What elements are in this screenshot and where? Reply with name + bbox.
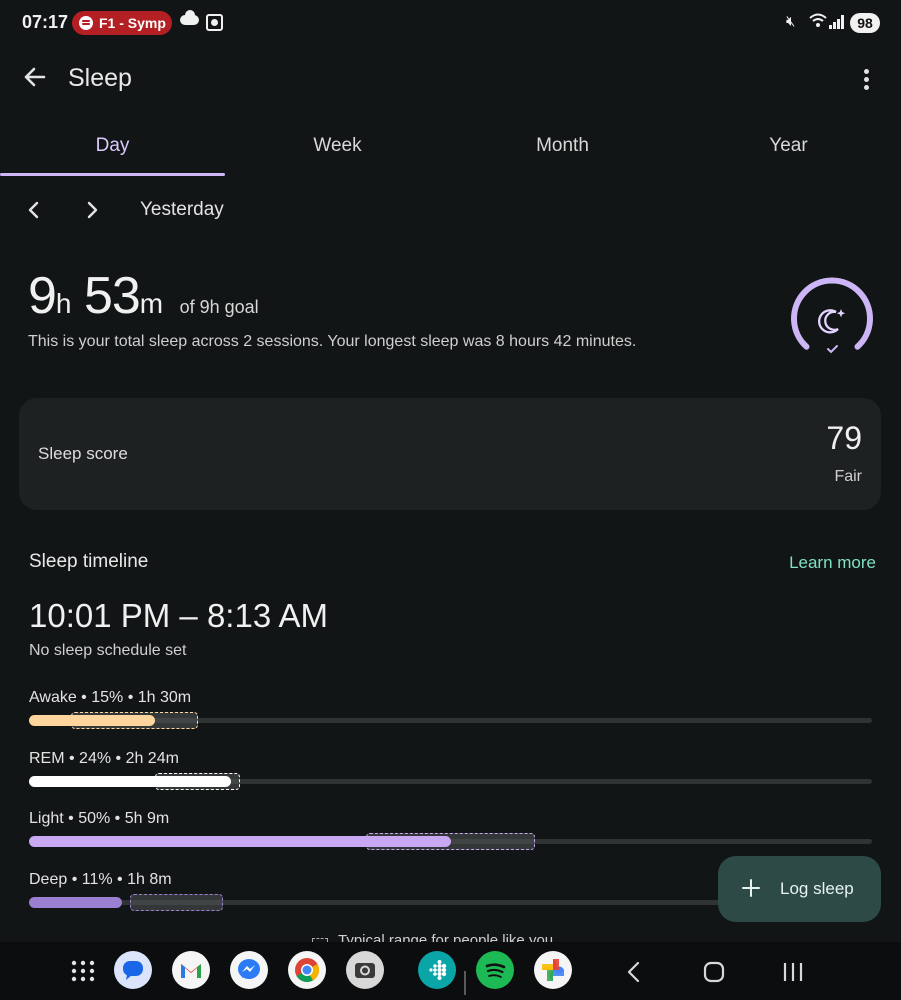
log-sleep-button[interactable]: Log sleep: [718, 856, 881, 922]
camera-icon[interactable]: [346, 951, 384, 989]
apps-grid-icon[interactable]: [64, 951, 102, 989]
cloud-icon: [180, 10, 199, 25]
stage-bar-awake: [29, 715, 156, 726]
log-sleep-label: Log sleep: [780, 879, 854, 898]
typical-range-legend: Typical range for people like you: [312, 930, 553, 942]
date-label: Yesterday: [140, 199, 224, 220]
chevron-right-icon[interactable]: [82, 198, 102, 222]
tab-day[interactable]: Day: [0, 118, 225, 176]
status-bar: 07:17 F1 - Symp 🔇︎ 98: [0, 0, 901, 46]
tab-year[interactable]: Year: [676, 118, 901, 176]
schedule-note: No sleep schedule set: [29, 642, 187, 659]
date-navigator: Yesterday: [0, 190, 901, 230]
stage-bar-deep: [29, 897, 122, 908]
sleep-score-rating: Fair: [834, 468, 862, 485]
sleep-score-label: Sleep score: [38, 444, 128, 463]
more-options-icon[interactable]: [856, 66, 876, 92]
sleep-score-value: 79: [826, 420, 862, 456]
messenger-icon[interactable]: [230, 951, 268, 989]
navigation-bar: [0, 942, 901, 1000]
status-time: 07:17: [22, 12, 69, 32]
stage-label-deep: Deep • 11% • 1h 8m: [29, 871, 172, 888]
screenshot-icon: [206, 14, 223, 31]
stage-bar-rem: [29, 776, 232, 787]
mute-icon: 🔇︎: [786, 13, 796, 30]
home-icon[interactable]: [702, 960, 726, 989]
typical-range-label: Typical range for people like you: [338, 932, 554, 942]
stage-row-awake: Awake • 15% • 1h 30m: [29, 689, 872, 733]
spotify-icon[interactable]: [476, 951, 514, 989]
page-title: Sleep: [68, 64, 132, 92]
plus-icon: [740, 877, 762, 899]
period-tabs: Day Week Month Year: [0, 118, 901, 176]
stage-row-light: Light • 50% • 5h 9m: [29, 810, 872, 854]
total-minutes: 53: [83, 267, 141, 325]
recents-icon[interactable]: [782, 960, 804, 989]
back-arrow-icon[interactable]: [18, 60, 52, 94]
total-hours: 9: [28, 267, 57, 325]
tab-week[interactable]: Week: [225, 118, 450, 176]
hours-unit: h: [55, 288, 72, 319]
tab-indicator: [0, 173, 225, 176]
wifi-icon: [809, 12, 827, 32]
gmail-icon[interactable]: [172, 951, 210, 989]
stage-label-light: Light • 50% • 5h 9m: [29, 810, 170, 827]
goal-text: of 9h goal: [179, 297, 259, 317]
dock-divider: [464, 971, 466, 995]
chevron-left-icon[interactable]: [24, 198, 44, 222]
sleep-score-card[interactable]: Sleep score 79 Fair: [19, 398, 881, 510]
summary-description: This is your total sleep across 2 sessio…: [28, 333, 637, 350]
sleep-time-range: 10:01 PM – 8:13 AM: [29, 597, 329, 634]
stage-row-rem: REM • 24% • 2h 24m: [29, 750, 872, 794]
battery-badge: 98: [850, 13, 880, 33]
stage-label-awake: Awake • 15% • 1h 30m: [29, 689, 192, 706]
signal-icon: [829, 14, 847, 29]
fitbit-icon[interactable]: [418, 951, 456, 989]
spotify-icon: [79, 16, 93, 30]
stage-label-rem: REM • 24% • 2h 24m: [29, 750, 179, 767]
tab-month[interactable]: Month: [450, 118, 675, 176]
timeline-title: Sleep timeline: [29, 551, 149, 572]
app-bar: Sleep: [0, 50, 901, 110]
learn-more-link[interactable]: Learn more: [789, 553, 876, 573]
check-icon: [827, 345, 838, 354]
media-chip-label: F1 - Symp: [99, 15, 166, 31]
sleep-summary: 9h 53m of 9h goal: [28, 266, 259, 326]
minutes-unit: m: [139, 288, 163, 319]
chrome-icon[interactable]: [288, 951, 326, 989]
messages-icon[interactable]: [114, 951, 152, 989]
system-back-icon[interactable]: [624, 960, 644, 989]
stage-bar-light: [29, 836, 451, 847]
typical-range-deep: [130, 894, 223, 911]
media-chip[interactable]: F1 - Symp: [72, 11, 172, 35]
moon-icon: [818, 309, 846, 334]
sleep-goal-ring: [786, 276, 878, 368]
total-sleep: 9h 53m of 9h goal: [28, 266, 259, 326]
photos-icon[interactable]: [534, 951, 572, 989]
